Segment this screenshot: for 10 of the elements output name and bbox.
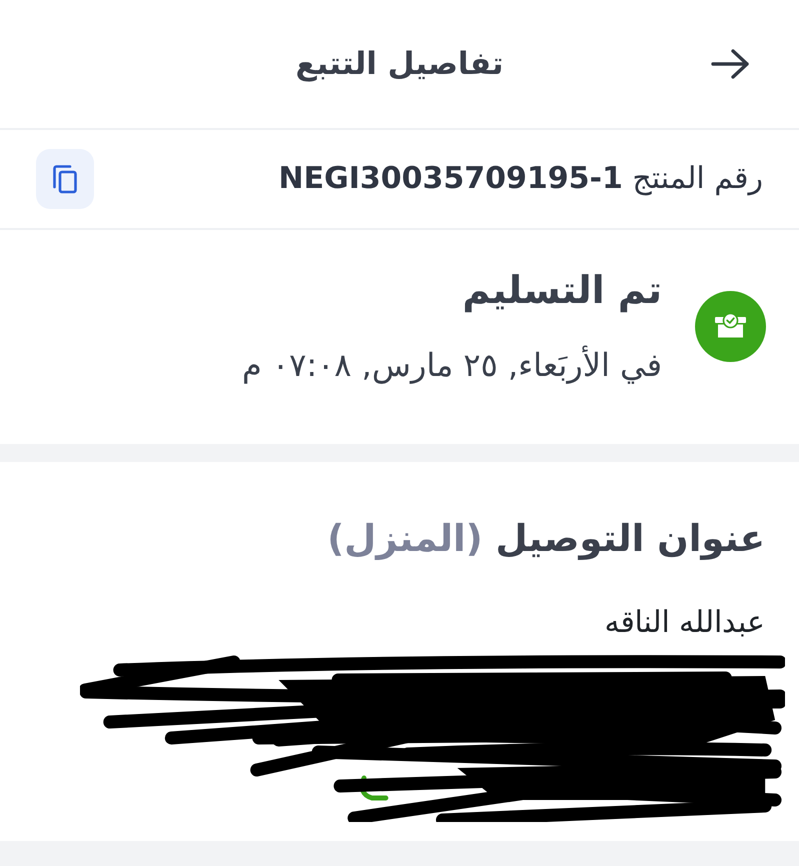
status-title: تم التسليم bbox=[461, 267, 662, 314]
copy-button[interactable] bbox=[36, 149, 94, 209]
recipient-name: عبدالله الناقه bbox=[604, 604, 765, 642]
page-title: تفاصيل التتبع bbox=[294, 45, 505, 84]
arrow-icon bbox=[711, 48, 751, 80]
box-check-icon bbox=[695, 290, 766, 362]
delivery-date: في الأربَعاء, ٢٥ مارس, ٠٧:٠٨ م bbox=[242, 344, 662, 386]
address-heading: عنوان التوصيل (المنزل) bbox=[327, 516, 765, 562]
copy-icon bbox=[52, 164, 78, 194]
back-button[interactable] bbox=[711, 47, 751, 81]
